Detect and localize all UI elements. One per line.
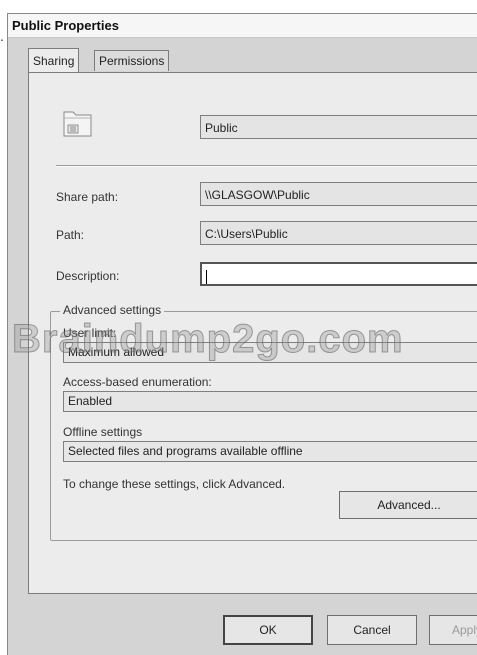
cancel-button[interactable]: Cancel <box>327 615 417 645</box>
description-label: Description: <box>56 269 120 283</box>
tab-permissions[interactable]: Permissions <box>94 50 170 71</box>
advanced-hint: To change these settings, click Advanced… <box>63 477 286 491</box>
user-limit-label: User limit: <box>63 326 117 340</box>
offline-value: Selected files and programs available of… <box>63 441 477 462</box>
ok-button[interactable]: OK <box>223 615 313 645</box>
advanced-settings-title: Advanced settings <box>60 303 165 317</box>
separator <box>56 165 477 167</box>
tab-sharing[interactable]: Sharing <box>28 48 80 72</box>
advanced-button[interactable]: Advanced... <box>339 491 477 519</box>
abe-label: Access-based enumeration: <box>63 375 212 389</box>
path-label: Path: <box>56 228 85 242</box>
share-path-field[interactable]: \\GLASGOW\Public <box>200 182 477 206</box>
properties-dialog: Public Properties Sharing Permissions Pu… <box>7 13 477 655</box>
text-caret <box>206 269 207 284</box>
sharing-panel: Public Share path: \\GLASGOW\Public Path… <box>28 72 477 594</box>
share-path-label: Share path: <box>56 190 119 204</box>
user-limit-value: Maximum allowed <box>63 342 477 363</box>
share-name-field[interactable]: Public <box>200 115 477 139</box>
stray-mark: . <box>0 28 4 44</box>
path-field[interactable]: C:\Users\Public <box>200 221 477 245</box>
dialog-title: Public Properties <box>8 14 477 38</box>
shared-folder-icon <box>63 111 92 137</box>
abe-value: Enabled <box>63 391 477 412</box>
description-input[interactable] <box>200 262 477 286</box>
offline-label: Offline settings <box>63 425 143 439</box>
apply-button[interactable]: Apply <box>429 615 477 645</box>
